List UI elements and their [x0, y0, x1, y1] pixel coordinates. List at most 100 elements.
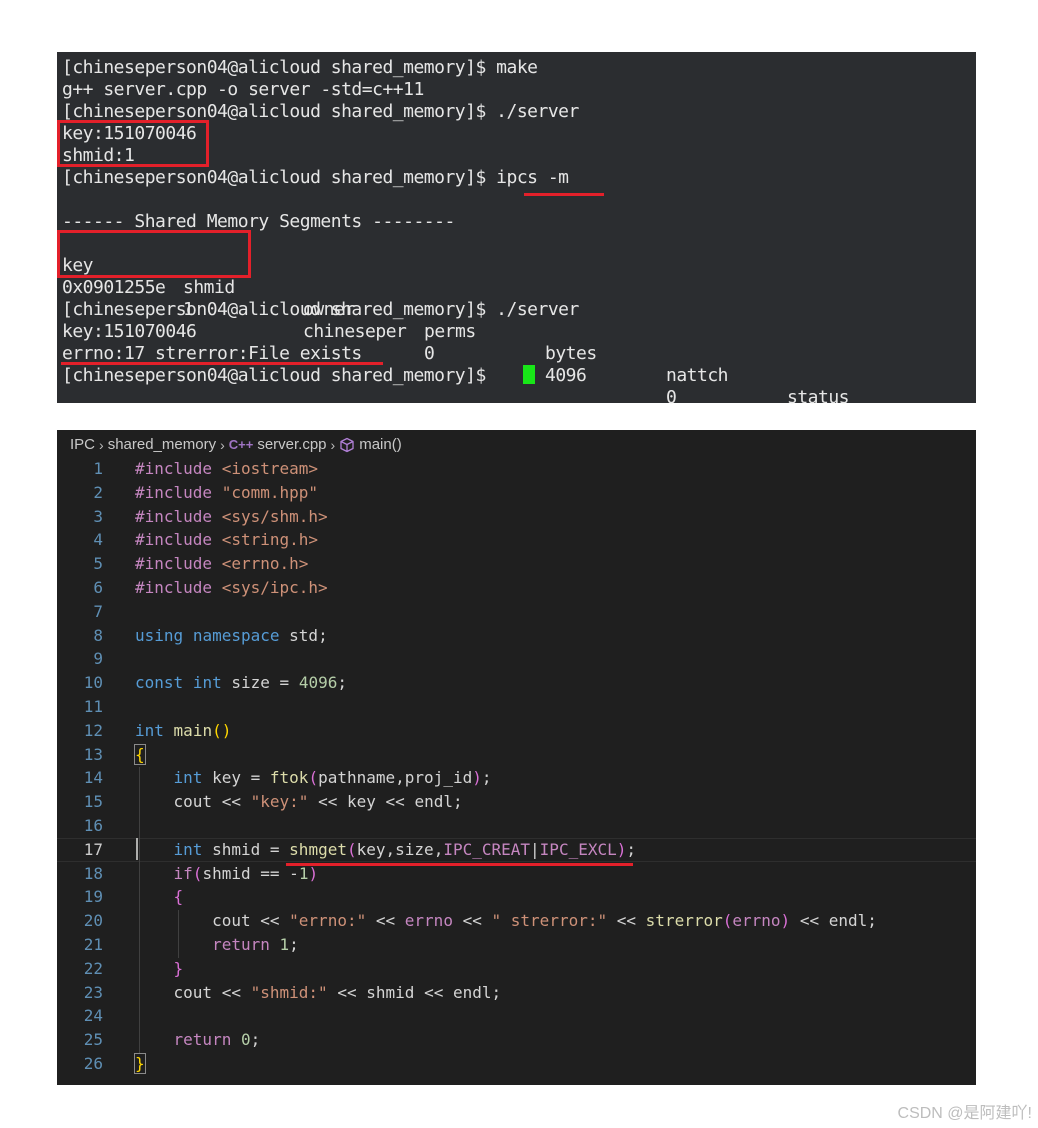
col-perms: perms — [424, 321, 476, 342]
code-line[interactable]: 10 const int size = 4096; — [57, 671, 976, 695]
code-text: const int size = 4096; — [135, 673, 347, 693]
code-line[interactable]: 22 } — [57, 957, 976, 981]
cell-owner: chineseper — [303, 321, 407, 342]
code-line[interactable]: 23 cout << "shmid:" << shmid << endl; — [57, 981, 976, 1005]
line-number: 13 — [83, 744, 103, 764]
terminal-line: [chineseperson04@alicloud shared_memory]… — [62, 167, 569, 188]
chevron-right-icon: › — [330, 437, 336, 453]
code-text: } — [173, 958, 184, 978]
code-line[interactable]: 8 using namespace std; — [57, 624, 976, 648]
col-shmid: shmid — [183, 277, 235, 298]
code-text: cout << "shmid:" << shmid << endl; — [173, 982, 502, 1002]
code-text: #include <errno.h> — [135, 554, 309, 574]
line-number: 22 — [83, 958, 103, 978]
code-editor[interactable]: IPC › shared_memory › C++ server.cpp › m… — [57, 430, 976, 1085]
code-line[interactable]: 17 int shmid = shmget(key,size,IPC_CREAT… — [57, 837, 976, 862]
cell-perms: 0 — [424, 343, 435, 364]
code-line[interactable]: 1 #include <iostream> — [57, 457, 976, 481]
breadcrumb-ipc[interactable]: IPC — [70, 434, 95, 456]
code-text: #include "comm.hpp" — [135, 482, 319, 502]
cell-bytes: 4096 — [545, 365, 587, 386]
code-text: { — [173, 887, 184, 907]
code-line[interactable]: 21 return 1; — [57, 933, 976, 957]
code-line[interactable]: 9 — [57, 647, 976, 671]
code-text: int shmid = shmget(key,size,IPC_CREAT|IP… — [173, 839, 637, 859]
underline-shmget-call — [286, 863, 633, 866]
line-number: 20 — [83, 911, 103, 931]
code-text: #include <sys/shm.h> — [135, 506, 328, 526]
highlight-box-key-shmid — [57, 120, 209, 167]
code-line[interactable]: 16 — [57, 814, 976, 838]
chevron-right-icon: › — [220, 437, 225, 453]
code-line[interactable]: 7 — [57, 600, 976, 624]
line-number: 11 — [83, 696, 103, 716]
line-number: 17 — [83, 839, 103, 859]
code-line[interactable]: 3 #include <sys/shm.h> — [57, 505, 976, 529]
breadcrumb: IPC › shared_memory › C++ server.cpp › m… — [70, 434, 402, 456]
terminal-cursor — [523, 365, 535, 384]
code-line[interactable]: 6 #include <sys/ipc.h> — [57, 576, 976, 600]
line-number: 7 — [93, 601, 103, 621]
terminal-window[interactable]: [chineseperson04@alicloud shared_memory]… — [57, 52, 976, 408]
code-text: return 0; — [173, 1030, 261, 1050]
watermark: CSDN @是阿建吖! — [897, 1105, 1032, 1122]
underline-ipcs-command — [524, 193, 604, 196]
code-text: return 1; — [212, 934, 299, 954]
code-area[interactable]: 1 #include <iostream> 2 #include "comm.hpp"… — [57, 457, 976, 1076]
code-line[interactable]: 4 #include <string.h> — [57, 528, 976, 552]
code-line[interactable]: 2 #include "comm.hpp" — [57, 481, 976, 505]
text-caret — [136, 838, 138, 860]
indent-guide — [178, 910, 179, 958]
code-text: { — [134, 743, 146, 765]
line-number: 23 — [83, 982, 103, 1002]
line-number: 14 — [83, 768, 103, 788]
breadcrumb-shared-memory[interactable]: shared_memory — [108, 434, 216, 456]
breadcrumb-main[interactable]: main() — [359, 434, 402, 456]
code-line[interactable]: 5 #include <errno.h> — [57, 552, 976, 576]
line-number: 26 — [83, 1053, 103, 1073]
line-number: 12 — [83, 720, 103, 740]
code-line[interactable]: 13 { — [57, 743, 976, 767]
line-number: 18 — [83, 863, 103, 883]
cell-shmid: 1 — [183, 299, 194, 320]
line-number: 6 — [93, 577, 103, 597]
code-text: cout << "errno:" << errno << " strerror:… — [212, 911, 877, 931]
col-nattch: nattch — [666, 365, 729, 386]
code-line[interactable]: 20 cout << "errno:" << errno << " strerr… — [57, 909, 976, 933]
code-line[interactable]: 25 return 0; — [57, 1028, 976, 1052]
code-line[interactable]: 19 { — [57, 885, 976, 909]
code-text: cout << "key:" << key << endl; — [173, 792, 463, 812]
code-text: int main() — [135, 720, 232, 740]
line-number: 15 — [83, 792, 103, 812]
code-line[interactable]: 14 int key = ftok(pathname,proj_id); — [57, 766, 976, 790]
code-text: using namespace std; — [135, 625, 328, 645]
cell-key: 0x0901255e — [62, 277, 166, 298]
line-number: 8 — [93, 625, 103, 645]
chevron-right-icon: › — [99, 437, 104, 453]
col-bytes: bytes — [545, 343, 597, 364]
line-number: 16 — [83, 815, 103, 835]
code-line[interactable]: 15 cout << "key:" << key << endl; — [57, 790, 976, 814]
code-line[interactable]: 12 int main() — [57, 719, 976, 743]
code-text: } — [134, 1052, 146, 1074]
line-number: 1 — [93, 459, 103, 478]
terminal-line: [chineseperson04@alicloud shared_memory]… — [62, 365, 497, 386]
breadcrumb-server-cpp[interactable]: server.cpp — [257, 434, 326, 456]
line-number: 24 — [83, 1006, 103, 1026]
code-line[interactable]: 26} — [57, 1052, 976, 1076]
line-number: 2 — [93, 482, 103, 502]
code-text: int key = ftok(pathname,proj_id); — [173, 768, 492, 788]
line-number: 19 — [83, 887, 103, 907]
line-number: 21 — [83, 934, 103, 954]
line-number: 9 — [93, 649, 103, 669]
line-number: 4 — [93, 530, 103, 550]
line-number: 10 — [83, 673, 103, 693]
cpp-file-icon: C++ — [228, 437, 254, 452]
code-text: #include <sys/ipc.h> — [135, 577, 328, 597]
terminal-line: g++ server.cpp -o server -std=c++11 — [62, 79, 424, 100]
indent-guide — [139, 767, 140, 1053]
code-line[interactable]: 24 — [57, 1004, 976, 1028]
code-text: #include <string.h> — [135, 530, 319, 550]
code-line[interactable]: 11 — [57, 695, 976, 719]
method-cube-icon — [340, 437, 354, 453]
